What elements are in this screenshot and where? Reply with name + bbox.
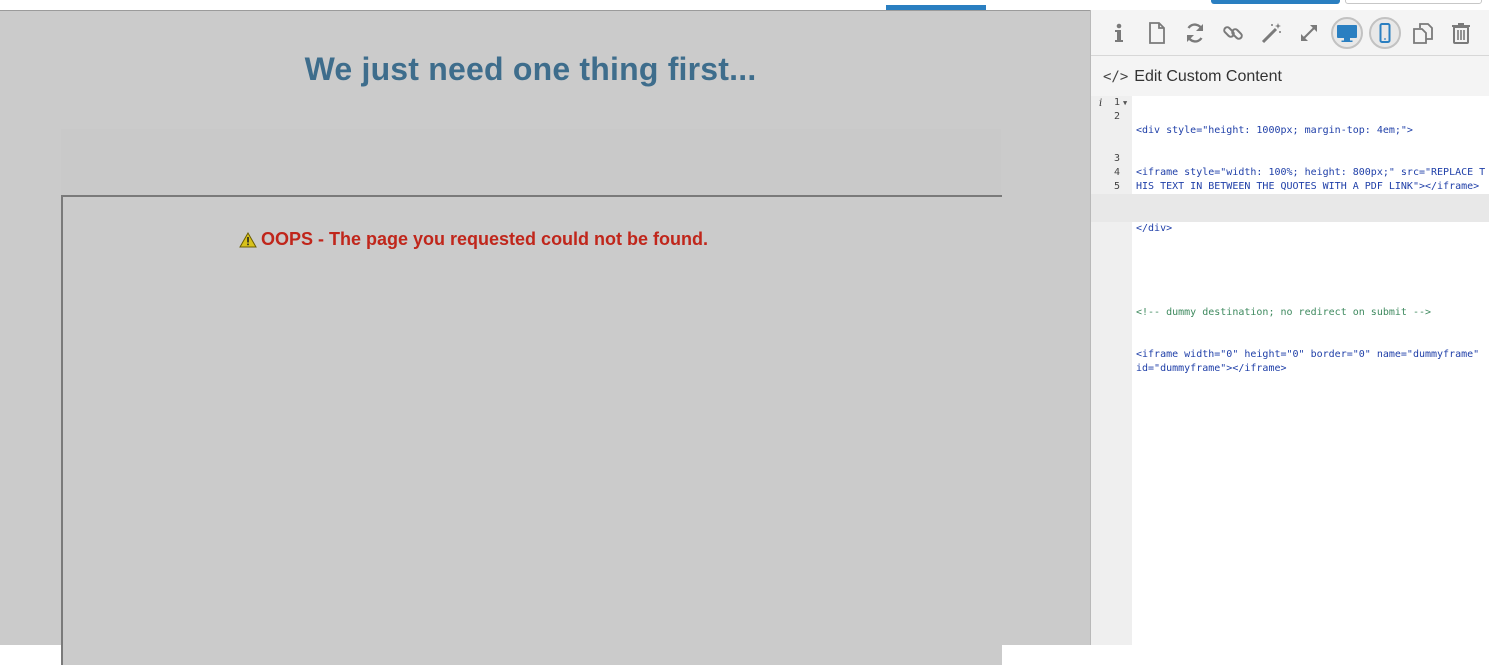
- secondary-action-button[interactable]: [1345, 0, 1482, 4]
- annotation-info-icon: i: [1099, 98, 1103, 109]
- line-number: 1: [1113, 97, 1120, 108]
- magic-wand-button[interactable]: [1255, 17, 1287, 49]
- duplicate-button[interactable]: [1407, 17, 1439, 49]
- embedded-iframe[interactable]: OOPS - The page you requested could not …: [61, 195, 1002, 665]
- code-editor[interactable]: i ▼ 1 2 3 4 5 6 <div style="height: 1000…: [1091, 96, 1489, 645]
- expand-icon: [1301, 25, 1317, 41]
- fold-arrow-icon[interactable]: ▼: [1123, 99, 1127, 107]
- mobile-icon: [1379, 23, 1391, 43]
- spacer-block: [61, 129, 1001, 195]
- error-message: OOPS - The page you requested could not …: [261, 229, 709, 249]
- primary-action-button[interactable]: [1211, 0, 1340, 4]
- mobile-view-button[interactable]: [1369, 17, 1401, 49]
- preview-canvas: We just need one thing first... OOPS - T…: [0, 10, 1090, 665]
- desktop-icon: [1337, 25, 1357, 42]
- code-line-comment[interactable]: <!-- dummy destination; no redirect on s…: [1136, 306, 1488, 320]
- link-button[interactable]: [1217, 17, 1249, 49]
- code-line[interactable]: <iframe width="0" height="0" border="0" …: [1136, 348, 1488, 376]
- top-bar: [0, 0, 1489, 10]
- panel-title: </> Edit Custom Content: [1103, 66, 1282, 88]
- code-line[interactable]: <div style="height: 1000px; margin-top: …: [1136, 124, 1488, 138]
- line-number: 3: [1113, 153, 1120, 164]
- expand-button[interactable]: [1293, 17, 1325, 49]
- delete-button[interactable]: [1445, 17, 1477, 49]
- refresh-button[interactable]: [1179, 17, 1211, 49]
- info-button[interactable]: [1103, 17, 1135, 49]
- code-line[interactable]: [1136, 264, 1488, 278]
- editor-gutter: i ▼ 1 2 3 4 5 6: [1091, 96, 1132, 645]
- duplicate-icon: [1413, 23, 1433, 44]
- line-number: 5: [1113, 181, 1120, 192]
- panel-title-label: Edit Custom Content: [1134, 68, 1282, 85]
- info-icon: [1115, 23, 1123, 42]
- warning-icon: [239, 231, 257, 247]
- code-line[interactable]: </div>: [1136, 222, 1488, 236]
- page-headline: We just need one thing first...: [304, 51, 757, 87]
- custom-content-panel: </> Edit Custom Content i ▼ 1 2 3 4 5 6 …: [1090, 10, 1489, 645]
- link-icon: [1223, 26, 1243, 40]
- panel-toolbar: [1091, 10, 1489, 56]
- code-icon: </>: [1103, 69, 1129, 85]
- magic-wand-icon: [1261, 23, 1281, 44]
- refresh-icon: [1186, 23, 1204, 43]
- line-number: 2: [1113, 111, 1120, 122]
- page-icon: [1149, 22, 1165, 44]
- line-number: 4: [1113, 167, 1120, 178]
- page-button[interactable]: [1141, 17, 1173, 49]
- desktop-view-button[interactable]: [1331, 17, 1363, 49]
- error-line: OOPS - The page you requested could not …: [239, 229, 708, 250]
- code-line[interactable]: <iframe style="width: 100%; height: 800p…: [1136, 166, 1488, 194]
- code-content[interactable]: <div style="height: 1000px; margin-top: …: [1136, 96, 1488, 404]
- trash-icon: [1452, 23, 1470, 44]
